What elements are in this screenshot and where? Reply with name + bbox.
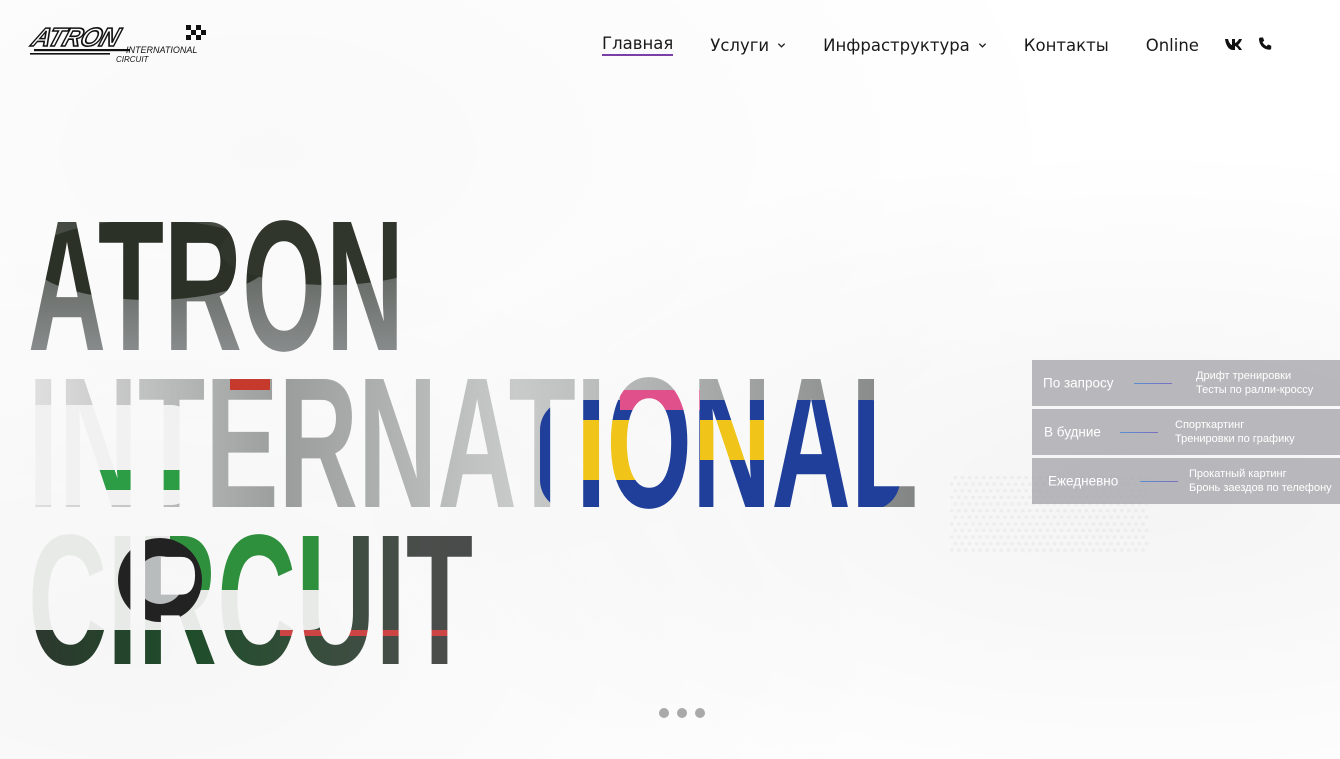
phone-icon[interactable] bbox=[1257, 36, 1273, 52]
hero-line-3: CIRCUIT bbox=[28, 497, 473, 690]
schedule-desc: Прокатный картинг Бронь заездов по телеф… bbox=[1189, 467, 1332, 495]
schedule-divider bbox=[1120, 432, 1158, 433]
nav-item-infrastructure[interactable]: Инфраструктура bbox=[823, 36, 987, 55]
atron-logo[interactable]: ATRON INTERNATIONAL CIRCUIT bbox=[26, 22, 218, 66]
nav-item-home[interactable]: Главная bbox=[602, 34, 674, 56]
nav-item-label: Online bbox=[1145, 35, 1199, 55]
slider-dot[interactable] bbox=[659, 708, 669, 718]
slider-dots bbox=[659, 708, 713, 718]
schedule-row[interactable]: В будние Спорткартинг Тренировки по граф… bbox=[1032, 409, 1340, 455]
schedule-label: В будние bbox=[1044, 424, 1101, 440]
nav-item-label: Инфраструктура bbox=[823, 35, 970, 55]
logo-sub-text-2: CIRCUIT bbox=[116, 55, 150, 64]
nav-item-services[interactable]: Услуги bbox=[710, 36, 786, 55]
social-links bbox=[1224, 36, 1286, 52]
schedule-desc-line: Тесты по ралли-кроссу bbox=[1196, 384, 1314, 396]
page: ▒▒▒▒ ATRON INTERNATIONAL CIRCUIT bbox=[0, 0, 1340, 759]
logo-sub-text-1: INTERNATIONAL bbox=[126, 45, 197, 55]
logo-main-text: ATRON bbox=[27, 23, 125, 52]
schedule-desc-line: Прокатный картинг bbox=[1189, 468, 1287, 480]
schedule-desc-line: Тренировки по графику bbox=[1175, 433, 1295, 445]
schedule-label: Ежедневно bbox=[1048, 473, 1119, 489]
vk-icon[interactable] bbox=[1224, 36, 1244, 52]
nav-item-online[interactable]: Online bbox=[1146, 36, 1199, 55]
nav-item-label: Главная bbox=[602, 34, 674, 56]
site-header: ATRON INTERNATIONAL CIRCUIT Главная Услу… bbox=[0, 0, 1340, 88]
schedule-desc-line: Спорткартинг bbox=[1175, 419, 1245, 431]
schedule-panel: По запросу Дрифт тренировки Тесты по рал… bbox=[1032, 360, 1340, 507]
schedule-desc-line: Бронь заездов по телефону bbox=[1189, 482, 1332, 494]
schedule-row[interactable]: Ежедневно Прокатный картинг Бронь заездо… bbox=[1032, 458, 1340, 504]
schedule-divider bbox=[1134, 383, 1172, 384]
schedule-desc-line: Дрифт тренировки bbox=[1196, 370, 1292, 382]
chevron-down-icon bbox=[778, 42, 786, 48]
nav-item-label: Услуги bbox=[710, 35, 770, 55]
chevron-down-icon bbox=[978, 42, 986, 48]
slider-dot[interactable] bbox=[677, 708, 687, 718]
schedule-desc: Спорткартинг Тренировки по графику bbox=[1175, 418, 1295, 446]
schedule-divider bbox=[1140, 481, 1178, 482]
slider-dot[interactable] bbox=[695, 708, 705, 718]
schedule-desc: Дрифт тренировки Тесты по ралли-кроссу bbox=[1196, 369, 1313, 397]
nav-item-label: Контакты bbox=[1023, 35, 1109, 55]
nav-item-contacts[interactable]: Контакты bbox=[1024, 36, 1109, 55]
schedule-row[interactable]: По запросу Дрифт тренировки Тесты по рал… bbox=[1032, 360, 1340, 406]
schedule-label: По запросу bbox=[1043, 375, 1114, 391]
main-nav: Главная Услуги Инфраструктура Контакты O… bbox=[602, 33, 1236, 57]
hero-title: ATRON INTERNATIONAL CIRCUIT bbox=[28, 190, 918, 690]
